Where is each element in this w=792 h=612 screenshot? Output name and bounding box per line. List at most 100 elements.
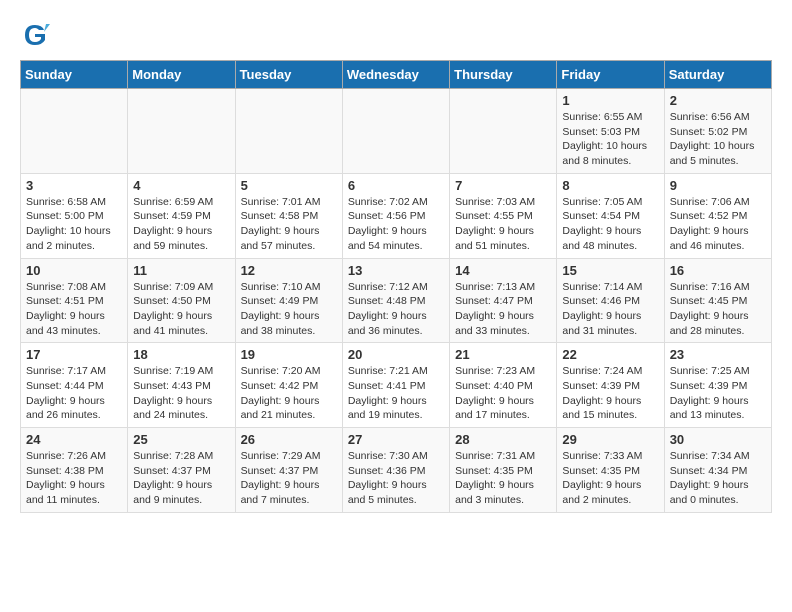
calendar-cell: 15 Sunrise: 7:14 AM Sunset: 4:46 PM Dayli… <box>557 258 664 343</box>
day-number: 3 <box>26 178 122 193</box>
day-number: 6 <box>348 178 444 193</box>
day-number: 20 <box>348 347 444 362</box>
day-number: 5 <box>241 178 337 193</box>
day-info: Sunrise: 7:24 AM Sunset: 4:39 PM Dayligh… <box>562 364 658 423</box>
day-number: 29 <box>562 432 658 447</box>
day-info: Sunrise: 7:34 AM Sunset: 4:34 PM Dayligh… <box>670 449 766 508</box>
calendar-cell: 6Sunrise: 7:02 AM Sunset: 4:56 PM Daylig… <box>342 173 449 258</box>
calendar-cell: 18Sunrise: 7:19 AM Sunset: 4:43 PM Dayli… <box>128 343 235 428</box>
day-info: Sunrise: 7:25 AM Sunset: 4:39 PM Dayligh… <box>670 364 766 423</box>
calendar-cell: 9 Sunrise: 7:06 AM Sunset: 4:52 PM Daylig… <box>664 173 771 258</box>
day-info: Sunrise: 7:10 AM Sunset: 4:49 PM Dayligh… <box>241 280 337 339</box>
day-number: 25 <box>133 432 229 447</box>
calendar-cell: 17 Sunrise: 7:17 AM Sunset: 4:44 PM Dayli… <box>21 343 128 428</box>
calendar-table: SundayMondayTuesdayWednesdayThursdayFrid… <box>20 60 772 513</box>
day-number: 10 <box>26 263 122 278</box>
week-row-5: 24 Sunrise: 7:26 AM Sunset: 4:38 PM Dayli… <box>21 428 772 513</box>
day-number: 17 <box>26 347 122 362</box>
day-info: Sunrise: 7:30 AM Sunset: 4:36 PM Dayligh… <box>348 449 444 508</box>
day-info: Sunrise: 7:09 AM Sunset: 4:50 PM Dayligh… <box>133 280 229 339</box>
calendar-cell: 21 Sunrise: 7:23 AM Sunset: 4:40 PM Dayli… <box>450 343 557 428</box>
day-info: Sunrise: 7:17 AM Sunset: 4:44 PM Dayligh… <box>26 364 122 423</box>
day-number: 4 <box>133 178 229 193</box>
logo <box>20 20 54 50</box>
day-number: 23 <box>670 347 766 362</box>
calendar-cell: 30 Sunrise: 7:34 AM Sunset: 4:34 PM Dayli… <box>664 428 771 513</box>
day-number: 12 <box>241 263 337 278</box>
day-info: Sunrise: 7:16 AM Sunset: 4:45 PM Dayligh… <box>670 280 766 339</box>
week-row-4: 17 Sunrise: 7:17 AM Sunset: 4:44 PM Dayli… <box>21 343 772 428</box>
column-header-tuesday: Tuesday <box>235 61 342 89</box>
calendar-cell: 10 Sunrise: 7:08 AM Sunset: 4:51 PM Dayli… <box>21 258 128 343</box>
day-info: Sunrise: 7:20 AM Sunset: 4:42 PM Dayligh… <box>241 364 337 423</box>
day-number: 15 <box>562 263 658 278</box>
column-header-monday: Monday <box>128 61 235 89</box>
calendar-cell: 25 Sunrise: 7:28 AM Sunset: 4:37 PM Dayli… <box>128 428 235 513</box>
day-number: 28 <box>455 432 551 447</box>
column-header-saturday: Saturday <box>664 61 771 89</box>
calendar-cell: 13 Sunrise: 7:12 AM Sunset: 4:48 PM Dayli… <box>342 258 449 343</box>
header <box>20 20 772 50</box>
week-row-1: 1Sunrise: 6:55 AM Sunset: 5:03 PM Daylig… <box>21 89 772 174</box>
day-info: Sunrise: 7:31 AM Sunset: 4:35 PM Dayligh… <box>455 449 551 508</box>
day-number: 21 <box>455 347 551 362</box>
day-info: Sunrise: 7:13 AM Sunset: 4:47 PM Dayligh… <box>455 280 551 339</box>
calendar-cell: 20 Sunrise: 7:21 AM Sunset: 4:41 PM Dayli… <box>342 343 449 428</box>
column-header-wednesday: Wednesday <box>342 61 449 89</box>
day-number: 7 <box>455 178 551 193</box>
week-row-2: 3Sunrise: 6:58 AM Sunset: 5:00 PM Daylig… <box>21 173 772 258</box>
calendar-cell <box>235 89 342 174</box>
day-info: Sunrise: 7:33 AM Sunset: 4:35 PM Dayligh… <box>562 449 658 508</box>
calendar-cell: 3Sunrise: 6:58 AM Sunset: 5:00 PM Daylig… <box>21 173 128 258</box>
day-info: Sunrise: 7:14 AM Sunset: 4:46 PM Dayligh… <box>562 280 658 339</box>
calendar-cell: 28 Sunrise: 7:31 AM Sunset: 4:35 PM Dayli… <box>450 428 557 513</box>
calendar-cell: 7Sunrise: 7:03 AM Sunset: 4:55 PM Daylig… <box>450 173 557 258</box>
logo-icon <box>20 20 50 50</box>
column-header-sunday: Sunday <box>21 61 128 89</box>
column-header-friday: Friday <box>557 61 664 89</box>
calendar-cell: 23 Sunrise: 7:25 AM Sunset: 4:39 PM Dayli… <box>664 343 771 428</box>
calendar-cell: 22Sunrise: 7:24 AM Sunset: 4:39 PM Dayli… <box>557 343 664 428</box>
calendar-cell: 16 Sunrise: 7:16 AM Sunset: 4:45 PM Dayli… <box>664 258 771 343</box>
calendar-cell: 11 Sunrise: 7:09 AM Sunset: 4:50 PM Dayli… <box>128 258 235 343</box>
day-number: 19 <box>241 347 337 362</box>
day-number: 27 <box>348 432 444 447</box>
day-number: 9 <box>670 178 766 193</box>
calendar-cell: 26 Sunrise: 7:29 AM Sunset: 4:37 PM Dayli… <box>235 428 342 513</box>
day-number: 8 <box>562 178 658 193</box>
calendar-cell: 12 Sunrise: 7:10 AM Sunset: 4:49 PM Dayli… <box>235 258 342 343</box>
day-info: Sunrise: 7:21 AM Sunset: 4:41 PM Dayligh… <box>348 364 444 423</box>
day-number: 26 <box>241 432 337 447</box>
day-number: 14 <box>455 263 551 278</box>
calendar-cell: 19 Sunrise: 7:20 AM Sunset: 4:42 PM Dayli… <box>235 343 342 428</box>
calendar-cell: 2 Sunrise: 6:56 AM Sunset: 5:02 PM Daylig… <box>664 89 771 174</box>
day-number: 13 <box>348 263 444 278</box>
day-number: 16 <box>670 263 766 278</box>
calendar-cell: 4Sunrise: 6:59 AM Sunset: 4:59 PM Daylig… <box>128 173 235 258</box>
day-info: Sunrise: 6:56 AM Sunset: 5:02 PM Dayligh… <box>670 110 766 169</box>
day-info: Sunrise: 7:26 AM Sunset: 4:38 PM Dayligh… <box>26 449 122 508</box>
day-info: Sunrise: 7:19 AM Sunset: 4:43 PM Dayligh… <box>133 364 229 423</box>
calendar-cell <box>450 89 557 174</box>
calendar-cell <box>21 89 128 174</box>
calendar-cell: 29 Sunrise: 7:33 AM Sunset: 4:35 PM Dayli… <box>557 428 664 513</box>
calendar-cell: 27 Sunrise: 7:30 AM Sunset: 4:36 PM Dayli… <box>342 428 449 513</box>
day-info: Sunrise: 7:23 AM Sunset: 4:40 PM Dayligh… <box>455 364 551 423</box>
calendar-cell: 5 Sunrise: 7:01 AM Sunset: 4:58 PM Daylig… <box>235 173 342 258</box>
day-info: Sunrise: 7:08 AM Sunset: 4:51 PM Dayligh… <box>26 280 122 339</box>
calendar-header-row: SundayMondayTuesdayWednesdayThursdayFrid… <box>21 61 772 89</box>
day-info: Sunrise: 7:28 AM Sunset: 4:37 PM Dayligh… <box>133 449 229 508</box>
day-number: 30 <box>670 432 766 447</box>
calendar-cell <box>342 89 449 174</box>
day-number: 11 <box>133 263 229 278</box>
day-info: Sunrise: 7:29 AM Sunset: 4:37 PM Dayligh… <box>241 449 337 508</box>
column-header-thursday: Thursday <box>450 61 557 89</box>
calendar-cell: 24 Sunrise: 7:26 AM Sunset: 4:38 PM Dayli… <box>21 428 128 513</box>
day-info: Sunrise: 7:06 AM Sunset: 4:52 PM Dayligh… <box>670 195 766 254</box>
day-number: 24 <box>26 432 122 447</box>
calendar-cell: 1Sunrise: 6:55 AM Sunset: 5:03 PM Daylig… <box>557 89 664 174</box>
calendar-cell <box>128 89 235 174</box>
day-info: Sunrise: 7:12 AM Sunset: 4:48 PM Dayligh… <box>348 280 444 339</box>
day-number: 2 <box>670 93 766 108</box>
day-info: Sunrise: 7:01 AM Sunset: 4:58 PM Dayligh… <box>241 195 337 254</box>
